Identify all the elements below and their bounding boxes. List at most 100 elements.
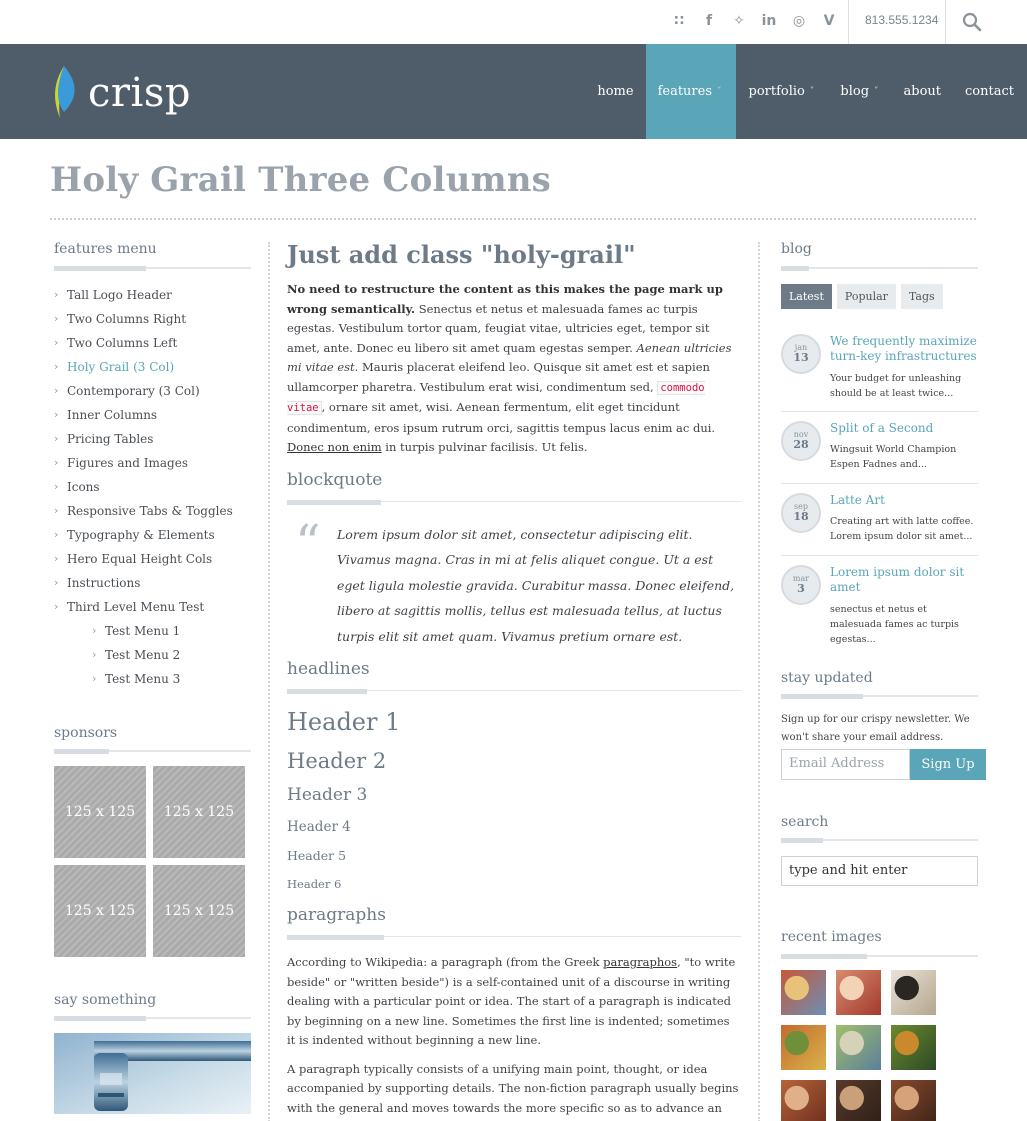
tab-tags[interactable]: Tags <box>900 284 943 309</box>
tab-popular[interactable]: Popular <box>836 284 896 309</box>
date-badge: sep 18 <box>781 493 821 533</box>
sponsor-ad[interactable]: 125 x 125 <box>153 865 245 957</box>
post-divider <box>781 411 978 412</box>
nav-item-about[interactable]: about <box>892 44 954 139</box>
menu-item-label: Pricing Tables <box>67 432 154 446</box>
logo-text: crisp <box>88 70 191 116</box>
post-excerpt: Creating art with latte coffee. Lorem ip… <box>830 516 974 542</box>
linkedin-icon[interactable]: in <box>754 11 784 31</box>
blockquote: “ Lorem ipsum dolor sit amet, consectetu… <box>287 518 741 650</box>
menu-item[interactable]: › Test Menu 3 <box>54 671 233 695</box>
intro-text: in turpis pulvinar facilisis. Ut felis. <box>381 440 588 454</box>
top-bar: ∷ f ✧ in ◎ V 813.555.1234 <box>0 0 1027 44</box>
date-badge: nov 28 <box>781 421 821 461</box>
menu-item[interactable]: › Pricing Tables <box>54 431 233 455</box>
menu-item[interactable]: › Typography & Elements <box>54 527 233 551</box>
chevron-right-icon: › <box>54 528 59 541</box>
menu-item[interactable]: › Test Menu 2 <box>54 647 233 671</box>
painting-thumbnail[interactable] <box>891 1080 936 1121</box>
menu-item[interactable]: › Holy Grail (3 Col) <box>54 359 233 383</box>
intro-link[interactable]: Donec non enim <box>287 440 382 454</box>
menu-item[interactable]: › Two Columns Left <box>54 335 233 359</box>
widget-rule <box>781 954 978 959</box>
widget-rule <box>54 749 251 754</box>
column-divider <box>758 242 760 1121</box>
menu-item-label: Tall Logo Header <box>67 288 172 302</box>
chevron-right-icon: › <box>92 648 97 661</box>
painting-thumbnail[interactable] <box>781 1080 826 1121</box>
nav-item-blog[interactable]: blog ˅ <box>827 44 891 139</box>
menu-item[interactable]: › Responsive Tabs & Toggles <box>54 503 233 527</box>
menu-item[interactable]: › Instructions <box>54 575 233 599</box>
menu-item[interactable]: › Tall Logo Header <box>54 287 233 311</box>
paragraphs-title: paragraphs <box>287 905 386 925</box>
newsletter-text: Sign up for our crispy newsletter. We wo… <box>781 714 970 743</box>
menu-item[interactable]: › Third Level Menu Test <box>54 599 233 623</box>
painting-thumbnail[interactable] <box>781 1025 826 1070</box>
chevron-right-icon: › <box>54 384 59 397</box>
post-title[interactable]: Lorem ipsum dolor sit amet <box>830 565 978 595</box>
blockquote-title: blockquote <box>287 469 383 490</box>
twitter-icon[interactable]: ✧ <box>724 11 754 31</box>
painting-thumbnail[interactable] <box>891 970 936 1015</box>
rss-icon[interactable]: ∷ <box>664 11 694 31</box>
search-input[interactable]: type and hit enter <box>781 856 978 886</box>
menu-item-label: Test Menu 2 <box>105 648 181 662</box>
logo[interactable]: crisp <box>50 64 191 122</box>
post-divider <box>781 483 978 484</box>
menu-item[interactable]: › Icons <box>54 479 233 503</box>
paragraphos-link[interactable]: paragraphos <box>603 955 677 969</box>
menu-item[interactable]: › Figures and Images <box>54 455 233 479</box>
section-rule <box>287 935 741 940</box>
post-title[interactable]: We frequently maximize turn-key infrastr… <box>830 334 978 364</box>
menu-item-label: Contemporary (3 Col) <box>67 384 200 398</box>
intro-paragraph: No need to restructure the content as th… <box>287 280 741 458</box>
post-title[interactable]: Latte Art <box>830 493 978 508</box>
menu-item[interactable]: › Inner Columns <box>54 407 233 431</box>
email-field[interactable]: Email Address <box>781 749 910 780</box>
sponsors-title: sponsors <box>54 725 118 741</box>
nav-item-home[interactable]: home <box>585 44 645 139</box>
date-day: 28 <box>793 438 809 451</box>
vimeo-icon[interactable]: V <box>814 11 844 31</box>
header-4: Header 4 <box>287 819 351 835</box>
headlines-title: headlines <box>287 659 370 679</box>
menu-item-label: Typography & Elements <box>67 528 215 542</box>
post-title[interactable]: Split of a Second <box>830 421 978 436</box>
painting-thumbnail[interactable] <box>781 970 826 1015</box>
date-badge: jan 13 <box>781 334 821 374</box>
nav-item-contact[interactable]: contact <box>953 44 1027 139</box>
nav-label: features <box>657 84 713 99</box>
dribbble-icon[interactable]: ◎ <box>784 11 814 31</box>
widget-rule <box>781 838 978 843</box>
facebook-icon[interactable]: f <box>694 11 724 31</box>
sign-up-button[interactable]: Sign Up <box>910 749 986 780</box>
painting-thumbnail[interactable] <box>836 1025 881 1070</box>
menu-item[interactable]: › Contemporary (3 Col) <box>54 383 233 407</box>
sponsor-ad[interactable]: 125 x 125 <box>54 766 146 858</box>
page-title: Holy Grail Three Columns <box>50 160 552 200</box>
menu-item-label: Test Menu 3 <box>105 672 181 686</box>
search-icon[interactable] <box>962 12 982 32</box>
painting-thumbnail[interactable] <box>891 1025 936 1070</box>
painting-thumbnail[interactable] <box>836 970 881 1015</box>
paragraph: A paragraph typically consists of a unif… <box>287 1061 739 1121</box>
tab-latest[interactable]: Latest <box>781 284 832 309</box>
chevron-right-icon: › <box>54 576 59 589</box>
nav-item-portfolio[interactable]: portfolio ˅ <box>736 44 828 139</box>
nav-item-features[interactable]: features ˅ <box>645 44 736 139</box>
chevron-right-icon: › <box>54 480 59 493</box>
painting-thumbnail[interactable] <box>836 1080 881 1121</box>
menu-item[interactable]: › Hero Equal Height Cols <box>54 551 233 575</box>
recent-images-title: recent images <box>781 929 882 945</box>
header-3: Header 3 <box>287 785 368 805</box>
menu-item[interactable]: › Test Menu 1 <box>54 623 233 647</box>
chevron-right-icon: › <box>54 432 59 445</box>
post-divider <box>781 555 978 556</box>
menu-item[interactable]: › Two Columns Right <box>54 311 233 335</box>
recent-images-grid <box>781 970 936 1121</box>
phone-number: 813.555.1234 <box>865 13 939 27</box>
chevron-down-icon: ˅ <box>717 86 722 97</box>
sponsor-ad[interactable]: 125 x 125 <box>54 865 146 957</box>
sponsor-ad[interactable]: 125 x 125 <box>153 766 245 858</box>
